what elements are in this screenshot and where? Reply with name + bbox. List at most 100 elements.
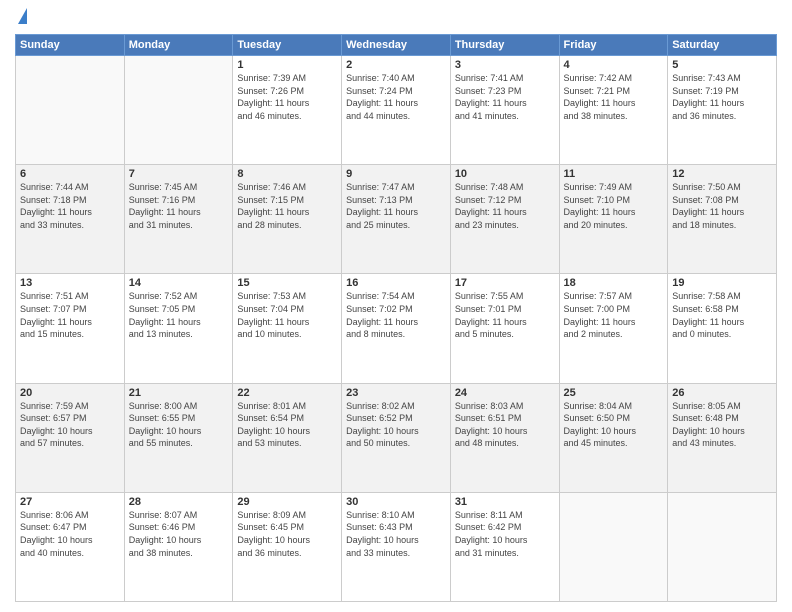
calendar-cell: 25Sunrise: 8:04 AM Sunset: 6:50 PM Dayli…: [559, 383, 668, 492]
day-number: 30: [346, 496, 446, 508]
calendar-cell: 18Sunrise: 7:57 AM Sunset: 7:00 PM Dayli…: [559, 274, 668, 383]
day-number: 29: [237, 496, 337, 508]
calendar-day-header: Saturday: [668, 35, 777, 56]
calendar-cell: 1Sunrise: 7:39 AM Sunset: 7:26 PM Daylig…: [233, 56, 342, 165]
day-number: 16: [346, 277, 446, 289]
calendar-cell: 19Sunrise: 7:58 AM Sunset: 6:58 PM Dayli…: [668, 274, 777, 383]
day-info: Sunrise: 8:11 AM Sunset: 6:42 PM Dayligh…: [455, 509, 555, 559]
calendar-cell: 28Sunrise: 8:07 AM Sunset: 6:46 PM Dayli…: [124, 492, 233, 601]
day-info: Sunrise: 7:54 AM Sunset: 7:02 PM Dayligh…: [346, 290, 446, 340]
day-info: Sunrise: 7:50 AM Sunset: 7:08 PM Dayligh…: [672, 181, 772, 231]
calendar-cell: 12Sunrise: 7:50 AM Sunset: 7:08 PM Dayli…: [668, 165, 777, 274]
day-info: Sunrise: 7:55 AM Sunset: 7:01 PM Dayligh…: [455, 290, 555, 340]
calendar-cell: 15Sunrise: 7:53 AM Sunset: 7:04 PM Dayli…: [233, 274, 342, 383]
calendar-cell: 29Sunrise: 8:09 AM Sunset: 6:45 PM Dayli…: [233, 492, 342, 601]
day-info: Sunrise: 8:03 AM Sunset: 6:51 PM Dayligh…: [455, 400, 555, 450]
calendar-week-row: 13Sunrise: 7:51 AM Sunset: 7:07 PM Dayli…: [16, 274, 777, 383]
day-number: 11: [564, 168, 664, 180]
calendar-cell: 21Sunrise: 8:00 AM Sunset: 6:55 PM Dayli…: [124, 383, 233, 492]
calendar-week-row: 20Sunrise: 7:59 AM Sunset: 6:57 PM Dayli…: [16, 383, 777, 492]
day-number: 1: [237, 59, 337, 71]
day-number: 28: [129, 496, 229, 508]
day-info: Sunrise: 8:04 AM Sunset: 6:50 PM Dayligh…: [564, 400, 664, 450]
day-info: Sunrise: 7:48 AM Sunset: 7:12 PM Dayligh…: [455, 181, 555, 231]
day-info: Sunrise: 7:44 AM Sunset: 7:18 PM Dayligh…: [20, 181, 120, 231]
calendar-cell: 7Sunrise: 7:45 AM Sunset: 7:16 PM Daylig…: [124, 165, 233, 274]
calendar-cell: [16, 56, 125, 165]
header: [15, 10, 777, 26]
day-number: 20: [20, 387, 120, 399]
day-info: Sunrise: 8:01 AM Sunset: 6:54 PM Dayligh…: [237, 400, 337, 450]
calendar-cell: 5Sunrise: 7:43 AM Sunset: 7:19 PM Daylig…: [668, 56, 777, 165]
calendar-cell: [559, 492, 668, 601]
calendar-cell: 8Sunrise: 7:46 AM Sunset: 7:15 PM Daylig…: [233, 165, 342, 274]
day-info: Sunrise: 8:07 AM Sunset: 6:46 PM Dayligh…: [129, 509, 229, 559]
day-info: Sunrise: 7:58 AM Sunset: 6:58 PM Dayligh…: [672, 290, 772, 340]
calendar-week-row: 6Sunrise: 7:44 AM Sunset: 7:18 PM Daylig…: [16, 165, 777, 274]
day-number: 23: [346, 387, 446, 399]
calendar-cell: 9Sunrise: 7:47 AM Sunset: 7:13 PM Daylig…: [342, 165, 451, 274]
logo-triangle-icon: [18, 8, 27, 24]
day-number: 3: [455, 59, 555, 71]
calendar-cell: 10Sunrise: 7:48 AM Sunset: 7:12 PM Dayli…: [450, 165, 559, 274]
calendar-cell: 31Sunrise: 8:11 AM Sunset: 6:42 PM Dayli…: [450, 492, 559, 601]
calendar-cell: 30Sunrise: 8:10 AM Sunset: 6:43 PM Dayli…: [342, 492, 451, 601]
day-info: Sunrise: 8:00 AM Sunset: 6:55 PM Dayligh…: [129, 400, 229, 450]
calendar-cell: 2Sunrise: 7:40 AM Sunset: 7:24 PM Daylig…: [342, 56, 451, 165]
day-info: Sunrise: 7:45 AM Sunset: 7:16 PM Dayligh…: [129, 181, 229, 231]
calendar-cell: 11Sunrise: 7:49 AM Sunset: 7:10 PM Dayli…: [559, 165, 668, 274]
day-info: Sunrise: 7:43 AM Sunset: 7:19 PM Dayligh…: [672, 72, 772, 122]
day-info: Sunrise: 8:06 AM Sunset: 6:47 PM Dayligh…: [20, 509, 120, 559]
day-info: Sunrise: 7:42 AM Sunset: 7:21 PM Dayligh…: [564, 72, 664, 122]
calendar-cell: [124, 56, 233, 165]
page: SundayMondayTuesdayWednesdayThursdayFrid…: [0, 0, 792, 612]
day-number: 4: [564, 59, 664, 71]
day-info: Sunrise: 7:49 AM Sunset: 7:10 PM Dayligh…: [564, 181, 664, 231]
calendar-day-header: Thursday: [450, 35, 559, 56]
calendar-week-row: 27Sunrise: 8:06 AM Sunset: 6:47 PM Dayli…: [16, 492, 777, 601]
calendar-cell: 17Sunrise: 7:55 AM Sunset: 7:01 PM Dayli…: [450, 274, 559, 383]
day-info: Sunrise: 8:09 AM Sunset: 6:45 PM Dayligh…: [237, 509, 337, 559]
day-number: 8: [237, 168, 337, 180]
day-number: 12: [672, 168, 772, 180]
day-info: Sunrise: 7:47 AM Sunset: 7:13 PM Dayligh…: [346, 181, 446, 231]
day-number: 9: [346, 168, 446, 180]
logo: [15, 10, 27, 26]
calendar-day-header: Tuesday: [233, 35, 342, 56]
day-info: Sunrise: 7:51 AM Sunset: 7:07 PM Dayligh…: [20, 290, 120, 340]
calendar-header-row: SundayMondayTuesdayWednesdayThursdayFrid…: [16, 35, 777, 56]
day-number: 17: [455, 277, 555, 289]
calendar-week-row: 1Sunrise: 7:39 AM Sunset: 7:26 PM Daylig…: [16, 56, 777, 165]
day-number: 14: [129, 277, 229, 289]
calendar-cell: 16Sunrise: 7:54 AM Sunset: 7:02 PM Dayli…: [342, 274, 451, 383]
day-info: Sunrise: 8:05 AM Sunset: 6:48 PM Dayligh…: [672, 400, 772, 450]
day-number: 21: [129, 387, 229, 399]
calendar-cell: 4Sunrise: 7:42 AM Sunset: 7:21 PM Daylig…: [559, 56, 668, 165]
calendar-cell: 13Sunrise: 7:51 AM Sunset: 7:07 PM Dayli…: [16, 274, 125, 383]
day-number: 15: [237, 277, 337, 289]
day-info: Sunrise: 7:57 AM Sunset: 7:00 PM Dayligh…: [564, 290, 664, 340]
day-number: 18: [564, 277, 664, 289]
day-number: 22: [237, 387, 337, 399]
calendar-day-header: Wednesday: [342, 35, 451, 56]
calendar-cell: 23Sunrise: 8:02 AM Sunset: 6:52 PM Dayli…: [342, 383, 451, 492]
calendar-cell: 24Sunrise: 8:03 AM Sunset: 6:51 PM Dayli…: [450, 383, 559, 492]
day-info: Sunrise: 7:53 AM Sunset: 7:04 PM Dayligh…: [237, 290, 337, 340]
day-info: Sunrise: 7:59 AM Sunset: 6:57 PM Dayligh…: [20, 400, 120, 450]
day-number: 2: [346, 59, 446, 71]
day-info: Sunrise: 7:40 AM Sunset: 7:24 PM Dayligh…: [346, 72, 446, 122]
calendar-cell: 14Sunrise: 7:52 AM Sunset: 7:05 PM Dayli…: [124, 274, 233, 383]
day-number: 13: [20, 277, 120, 289]
day-info: Sunrise: 7:39 AM Sunset: 7:26 PM Dayligh…: [237, 72, 337, 122]
day-number: 24: [455, 387, 555, 399]
calendar-day-header: Monday: [124, 35, 233, 56]
day-number: 5: [672, 59, 772, 71]
calendar-cell: 20Sunrise: 7:59 AM Sunset: 6:57 PM Dayli…: [16, 383, 125, 492]
day-number: 19: [672, 277, 772, 289]
day-info: Sunrise: 7:46 AM Sunset: 7:15 PM Dayligh…: [237, 181, 337, 231]
calendar-cell: 3Sunrise: 7:41 AM Sunset: 7:23 PM Daylig…: [450, 56, 559, 165]
day-info: Sunrise: 8:02 AM Sunset: 6:52 PM Dayligh…: [346, 400, 446, 450]
day-number: 6: [20, 168, 120, 180]
day-number: 7: [129, 168, 229, 180]
day-number: 10: [455, 168, 555, 180]
